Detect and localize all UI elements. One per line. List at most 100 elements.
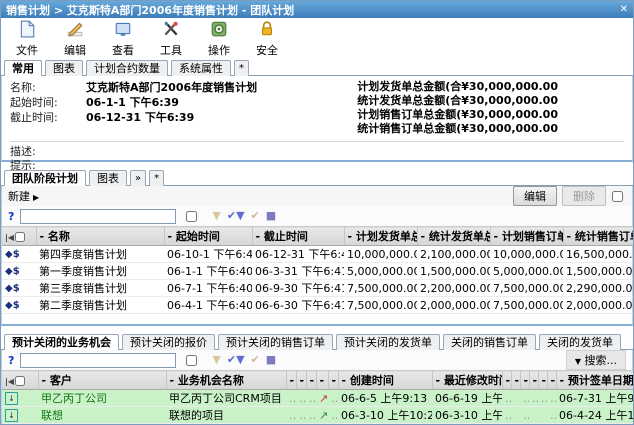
toolbar-button-view[interactable]: 查看 <box>105 20 141 58</box>
opportunity-column-header-15[interactable]: - 预计签单日期 <box>556 371 634 390</box>
toolbar-button-file[interactable]: 文件 <box>9 20 45 58</box>
opportunity-column-header-8[interactable]: - 最近修改时间 <box>432 371 502 390</box>
delete-button[interactable]: 删除 <box>562 186 606 206</box>
tab-stage-3[interactable]: * <box>149 170 164 186</box>
stage-column-header-5[interactable]: - 计划销售订单总金 <box>490 227 563 246</box>
stop-icon[interactable]: ■ <box>266 353 276 367</box>
table-row[interactable]: ◆$第一季度销售计划06-1-1 下午6:4006-3-31 下午6:415,0… <box>2 263 634 280</box>
tab-stage-1[interactable]: 图表 <box>89 170 127 186</box>
opportunity-column-header-12[interactable]: - <box>529 371 538 390</box>
end-time-cell: 06-6-30 下午6:41 <box>252 297 344 314</box>
tab-opportunity-2[interactable]: 预计关闭的销售订单 <box>218 334 333 350</box>
toolbar-button-label: 查看 <box>112 42 134 58</box>
amount-cell: 7,500,000.00 <box>490 280 563 297</box>
truncated-cell: … <box>520 407 529 424</box>
amount-cell: 10,000,000.00 <box>490 246 563 263</box>
new-button[interactable]: 新建▶ <box>8 188 39 204</box>
stop-icon[interactable]: ■ <box>266 209 276 223</box>
select-all-checkbox[interactable] <box>15 376 25 386</box>
table-row[interactable]: ◆$第二季度销售计划06-4-1 下午6:4006-6-30 下午6:417,5… <box>2 297 634 314</box>
toolbar-button-edit-pencil[interactable]: 编辑 <box>57 20 93 58</box>
table-row[interactable]: ◆$第四季度销售计划06-10-1 下午6:4006-12-31 下午6:411… <box>2 246 634 263</box>
opportunity-column-header-6[interactable]: - <box>328 371 338 390</box>
opportunity-column-header-14[interactable]: - <box>547 371 556 390</box>
check-icon[interactable]: ✔ <box>251 353 260 367</box>
table-row[interactable]: ↓甲乙丙丁公司甲乙丙丁公司CRM项目………↗…06-6-5 上午9:1306-6… <box>2 390 634 407</box>
stage-column-header-6[interactable]: - 统计销售订单总金 <box>563 227 634 246</box>
tab-opportunity-5[interactable]: 关闭的发货单 <box>539 334 621 350</box>
close-icon[interactable]: ✕ <box>620 1 628 18</box>
stage-column-header-1[interactable]: - 起始时间 <box>164 227 252 246</box>
opportunity-select-all-header[interactable]: |◀ <box>2 371 38 390</box>
name-label: 名称: <box>10 80 86 95</box>
opportunity-name-cell: 联想的项目 <box>166 407 286 424</box>
opportunity-column-header-13[interactable]: - <box>538 371 547 390</box>
tab-opportunity-3[interactable]: 预计关闭的发货单 <box>336 334 440 350</box>
created-time-cell: 06-6-5 上午9:13 <box>338 390 432 407</box>
toolbar-button-gear[interactable]: 操作 <box>201 20 237 58</box>
opportunity-search-input[interactable] <box>20 353 176 368</box>
toolbar-button-lock[interactable]: 安全 <box>249 20 285 58</box>
toolbar-button-label: 编辑 <box>64 42 86 58</box>
tab-opportunity-4[interactable]: 关闭的销售订单 <box>443 334 536 350</box>
amount-cell: 2,200,000.00 <box>417 280 490 297</box>
opportunity-column-header-5[interactable]: - <box>316 371 328 390</box>
opportunity-column-header-0[interactable]: - 客户 <box>38 371 166 390</box>
stage-search-input[interactable] <box>20 209 176 224</box>
tab-opportunity-1[interactable]: 预计关闭的报价 <box>122 334 215 350</box>
opportunity-column-header-7[interactable]: - 创建时间 <box>338 371 432 390</box>
filter-funnel-icon[interactable]: ▼ <box>212 209 220 223</box>
tab-main-2[interactable]: 计划合约数量 <box>86 60 168 76</box>
tab-main-4[interactable]: * <box>234 60 249 76</box>
stage-select-all-header[interactable]: |◀ <box>2 227 36 246</box>
edit-button[interactable]: 编辑 <box>513 186 557 206</box>
tab-stage-0[interactable]: 团队阶段计划 <box>4 170 86 186</box>
truncated-cell: … <box>306 407 316 424</box>
start-time-label: 起始时间: <box>10 95 86 110</box>
tab-main-0[interactable]: 常用 <box>4 60 42 76</box>
customer-cell: 甲乙丙丁公司 <box>38 390 166 407</box>
amount-cell: 7,500,000.00 <box>490 297 563 314</box>
table-row[interactable]: ↓联想联想的项目………↗…06-3-10 上午10:2506-3-10 上午10… <box>2 407 634 424</box>
stage-column-header-2[interactable]: - 截止时间 <box>252 227 344 246</box>
amount-cell: 2,000,000.00 <box>417 297 490 314</box>
help-icon[interactable]: ? <box>8 210 14 223</box>
plan-detail-form: 名称: 艾克斯特A部门2006年度销售计划 起始时间: 06-1-1 下午6:3… <box>1 76 633 162</box>
plan-name-value: 艾克斯特A部门2006年度销售计划 <box>86 80 257 95</box>
opportunity-column-header-2[interactable]: - <box>286 371 296 390</box>
toolbar-button-tools[interactable]: 工具 <box>153 20 189 58</box>
tab-main-1[interactable]: 图表 <box>45 60 83 76</box>
opportunity-column-header-4[interactable]: - <box>306 371 316 390</box>
amount-cell: 2,290,000.00 <box>563 280 634 297</box>
tab-stage-2[interactable]: » <box>130 170 146 186</box>
amount-cell: 1,500,000.00 <box>563 263 634 280</box>
opportunity-filter-checkbox[interactable] <box>186 355 197 366</box>
opportunity-column-header-1[interactable]: - 业务机会名称 <box>166 371 286 390</box>
opportunity-column-header-11[interactable]: - <box>520 371 529 390</box>
filter-funnel-icon[interactable]: ▼ <box>212 353 220 367</box>
opportunity-tab-row: 预计关闭的业务机会预计关闭的报价预计关闭的销售订单预计关闭的发货单关闭的销售订单… <box>1 330 633 350</box>
table-row[interactable]: ◆$第三季度销售计划06-7-1 下午6:4006-9-30 下午6:417,5… <box>2 280 634 297</box>
stage-column-header-4[interactable]: - 统计发货单总金额 <box>417 227 490 246</box>
search-dropdown-button[interactable]: ▼ 搜索... <box>566 350 626 370</box>
opportunity-column-header-9[interactable]: - <box>502 371 511 390</box>
tab-opportunity-0[interactable]: 预计关闭的业务机会 <box>4 334 119 350</box>
expected-sign-date-cell: 06-7-31 上午9:16 <box>556 390 634 407</box>
opportunity-column-header-3[interactable]: - <box>296 371 306 390</box>
view-icon <box>114 20 132 42</box>
opportunity-column-header-10[interactable]: - <box>511 371 520 390</box>
status-flag-icon: ↗ <box>316 407 328 424</box>
end-time-cell: 06-12-31 下午6:41 <box>252 246 344 263</box>
filter-funnel-check-icon[interactable]: ✔▼ <box>227 209 245 223</box>
select-all-checkbox[interactable] <box>15 232 25 242</box>
stage-column-header-3[interactable]: - 计划发货单总金额 <box>344 227 417 246</box>
check-icon[interactable]: ✔ <box>251 209 260 223</box>
filter-funnel-check-icon[interactable]: ✔▼ <box>227 353 245 367</box>
stage-filter-checkbox[interactable] <box>186 211 197 222</box>
tab-main-3[interactable]: 系统属性 <box>171 60 231 76</box>
help-icon[interactable]: ? <box>8 354 14 367</box>
stage-plan-table: |◀- 名称- 起始时间- 截止时间- 计划发货单总金额- 统计发货单总金额- … <box>2 226 634 314</box>
stage-select-checkbox[interactable] <box>612 191 623 202</box>
stage-column-header-0[interactable]: - 名称 <box>36 227 164 246</box>
customer-cell: 联想 <box>38 407 166 424</box>
